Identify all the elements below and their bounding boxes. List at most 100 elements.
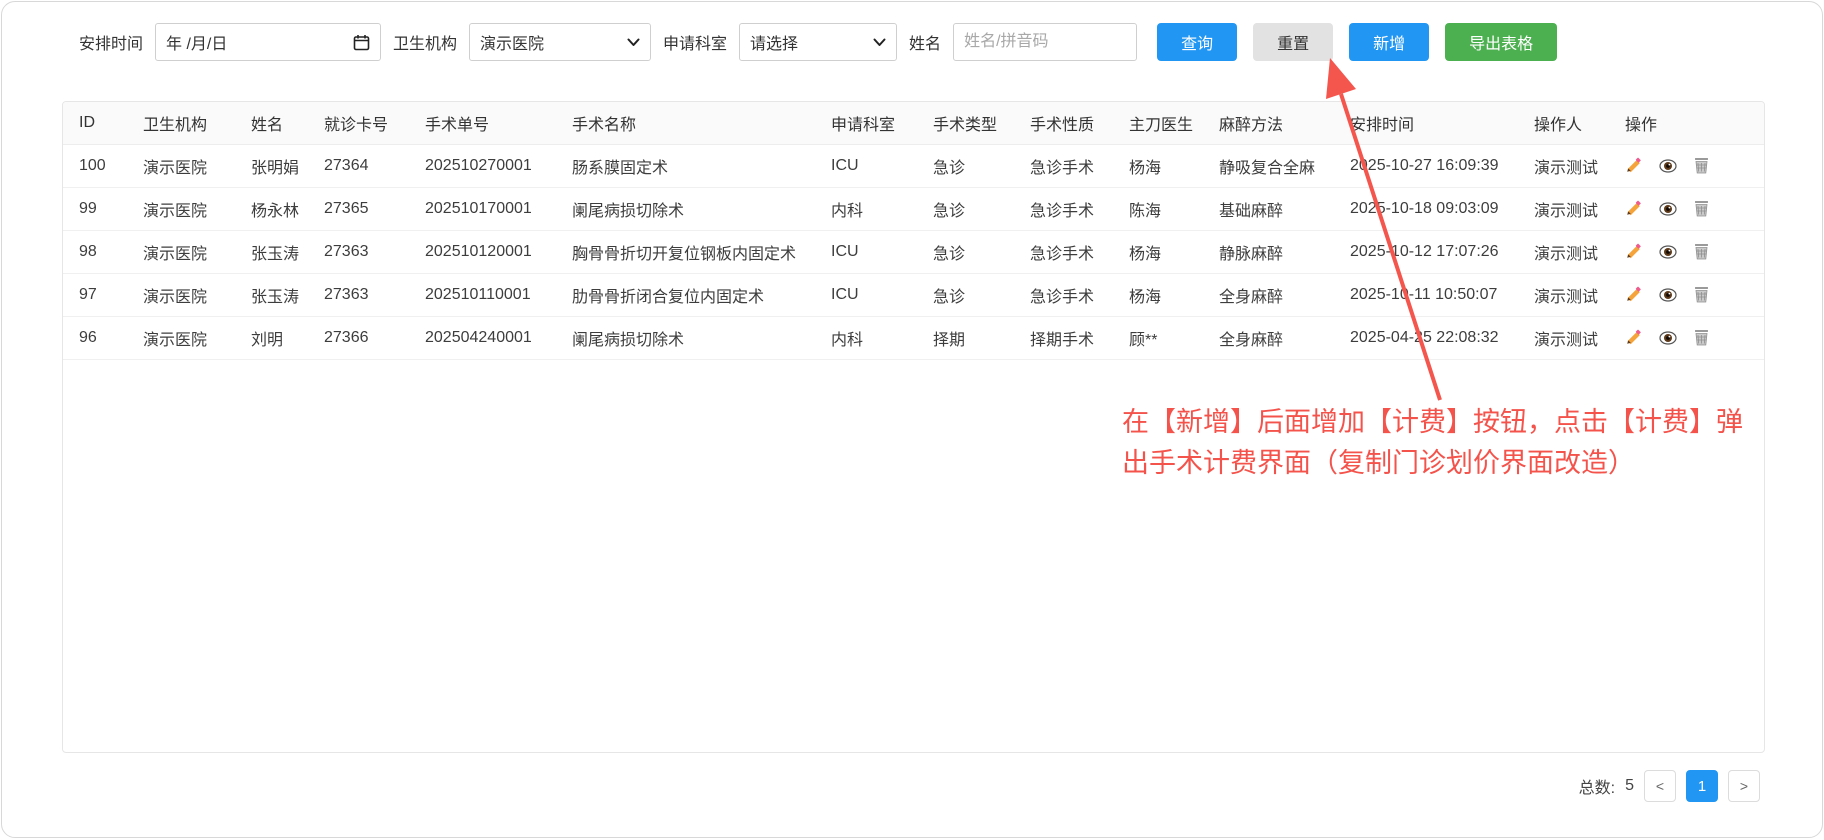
table-cell: 内科: [815, 187, 917, 230]
edit-pencil-icon[interactable]: [1625, 243, 1642, 260]
row-actions: [1625, 157, 1760, 174]
dept-select-value: 请选择: [750, 30, 798, 54]
table-cell: 演示测试: [1518, 187, 1609, 230]
table-cell: 肋骨骨折闭合复位内固定术: [556, 273, 815, 316]
table-cell: 演示医院: [127, 316, 235, 359]
view-eye-icon[interactable]: [1659, 159, 1677, 173]
dept-label: 申请科室: [663, 30, 727, 54]
table-cell: 急诊: [917, 273, 1014, 316]
delete-trash-icon[interactable]: [1694, 286, 1709, 303]
table-cell: ICU: [815, 144, 917, 187]
col-operator: 操作人: [1518, 102, 1609, 144]
table-cell: 刘明: [235, 316, 308, 359]
table-cell: 27363: [308, 230, 409, 273]
table-cell: 演示医院: [127, 273, 235, 316]
col-type: 手术类型: [917, 102, 1014, 144]
table-cell: ICU: [815, 230, 917, 273]
add-button[interactable]: 新增: [1349, 23, 1429, 61]
edit-pencil-icon[interactable]: [1625, 329, 1642, 346]
schedule-date-input[interactable]: 年 /月/日: [155, 23, 381, 61]
table-cell: 张明娟: [235, 144, 308, 187]
table-cell: ICU: [815, 273, 917, 316]
edit-pencil-icon[interactable]: [1625, 200, 1642, 217]
surgery-table: ID 卫生机构 姓名 就诊卡号 手术单号 手术名称 申请科室 手术类型 手术性质…: [63, 102, 1765, 360]
table-cell: 全身麻醉: [1203, 316, 1334, 359]
table-row: 100 演示医院 张明娟 27364 202510270001 肠系膜固定术 I…: [63, 144, 1765, 187]
chevron-down-icon: [873, 38, 886, 47]
table-cell: 杨海: [1113, 273, 1203, 316]
table-cell: 阑尾病损切除术: [556, 316, 815, 359]
prev-page-button[interactable]: <: [1644, 770, 1676, 802]
table-cell: 静脉麻醉: [1203, 230, 1334, 273]
table-cell: 27366: [308, 316, 409, 359]
table-cell: 演示医院: [127, 230, 235, 273]
view-eye-icon[interactable]: [1659, 331, 1677, 345]
table-cell: 择期手术: [1014, 316, 1113, 359]
table-cell: 胸骨骨折切开复位钢板内固定术: [556, 230, 815, 273]
table-cell: 急诊手术: [1014, 273, 1113, 316]
table-header-row: ID 卫生机构 姓名 就诊卡号 手术单号 手术名称 申请科室 手术类型 手术性质…: [63, 102, 1765, 144]
table-cell: 急诊手术: [1014, 187, 1113, 230]
table-cell: 2025-10-12 17:07:26: [1334, 230, 1518, 273]
table-cell: 202510170001: [409, 187, 556, 230]
total-label: 总数:: [1579, 774, 1615, 798]
col-surgery-name: 手术名称: [556, 102, 815, 144]
date-value: 年 /月/日: [166, 30, 227, 54]
table-cell: 100: [63, 144, 127, 187]
col-schedule-time: 安排时间: [1334, 102, 1518, 144]
dept-select[interactable]: 请选择: [739, 23, 897, 61]
table-cell: 2025-10-18 09:03:09: [1334, 187, 1518, 230]
table-cell: 急诊: [917, 230, 1014, 273]
table-cell: 杨海: [1113, 230, 1203, 273]
export-button[interactable]: 导出表格: [1445, 23, 1557, 61]
page-1-button[interactable]: 1: [1686, 770, 1718, 802]
surgery-schedule-page: 安排时间 年 /月/日 卫生机构 演示医院 申请科室 请选择 姓名 查询 重置 …: [1, 1, 1823, 838]
table-cell: 急诊: [917, 144, 1014, 187]
name-search-input[interactable]: [953, 23, 1137, 61]
table-cell: 2025-10-11 10:50:07: [1334, 273, 1518, 316]
table-cell: 急诊手术: [1014, 230, 1113, 273]
row-actions: [1625, 200, 1760, 217]
col-dept: 申请科室: [815, 102, 917, 144]
table-cell: 27364: [308, 144, 409, 187]
table-cell: 27363: [308, 273, 409, 316]
table-cell: 张玉涛: [235, 230, 308, 273]
edit-pencil-icon[interactable]: [1625, 286, 1642, 303]
annotation-line-1: 在【新增】后面增加【计费】按钮，点击【计费】弹: [1122, 402, 1822, 443]
chevron-down-icon: [627, 38, 640, 47]
row-actions: [1625, 329, 1760, 346]
col-name: 姓名: [235, 102, 308, 144]
next-page-button[interactable]: >: [1728, 770, 1760, 802]
col-actions: 操作: [1609, 102, 1765, 144]
col-id: ID: [63, 102, 127, 144]
org-select[interactable]: 演示医院: [469, 23, 651, 61]
table-cell: 内科: [815, 316, 917, 359]
table-cell: 演示测试: [1518, 144, 1609, 187]
table-cell: 97: [63, 273, 127, 316]
table-cell: 演示医院: [127, 144, 235, 187]
col-org: 卫生机构: [127, 102, 235, 144]
table-cell: 202510120001: [409, 230, 556, 273]
table-cell: 肠系膜固定术: [556, 144, 815, 187]
row-actions: [1625, 243, 1760, 260]
table-row: 99 演示医院 杨永林 27365 202510170001 阑尾病损切除术 内…: [63, 187, 1765, 230]
table-cell: 99: [63, 187, 127, 230]
edit-pencil-icon[interactable]: [1625, 157, 1642, 174]
delete-trash-icon[interactable]: [1694, 329, 1709, 346]
filter-bar: 安排时间 年 /月/日 卫生机构 演示医院 申请科室 请选择 姓名 查询 重置 …: [79, 22, 1557, 62]
table-cell: 陈海: [1113, 187, 1203, 230]
row-actions: [1625, 286, 1760, 303]
reset-button[interactable]: 重置: [1253, 23, 1333, 61]
delete-trash-icon[interactable]: [1694, 243, 1709, 260]
delete-trash-icon[interactable]: [1694, 200, 1709, 217]
table-cell: 静吸复合全麻: [1203, 144, 1334, 187]
table-cell: 演示测试: [1518, 316, 1609, 359]
table-cell: 张玉涛: [235, 273, 308, 316]
table-cell: 27365: [308, 187, 409, 230]
search-button[interactable]: 查询: [1157, 23, 1237, 61]
view-eye-icon[interactable]: [1659, 288, 1677, 302]
delete-trash-icon[interactable]: [1694, 157, 1709, 174]
calendar-icon[interactable]: [353, 34, 370, 51]
view-eye-icon[interactable]: [1659, 245, 1677, 259]
view-eye-icon[interactable]: [1659, 202, 1677, 216]
